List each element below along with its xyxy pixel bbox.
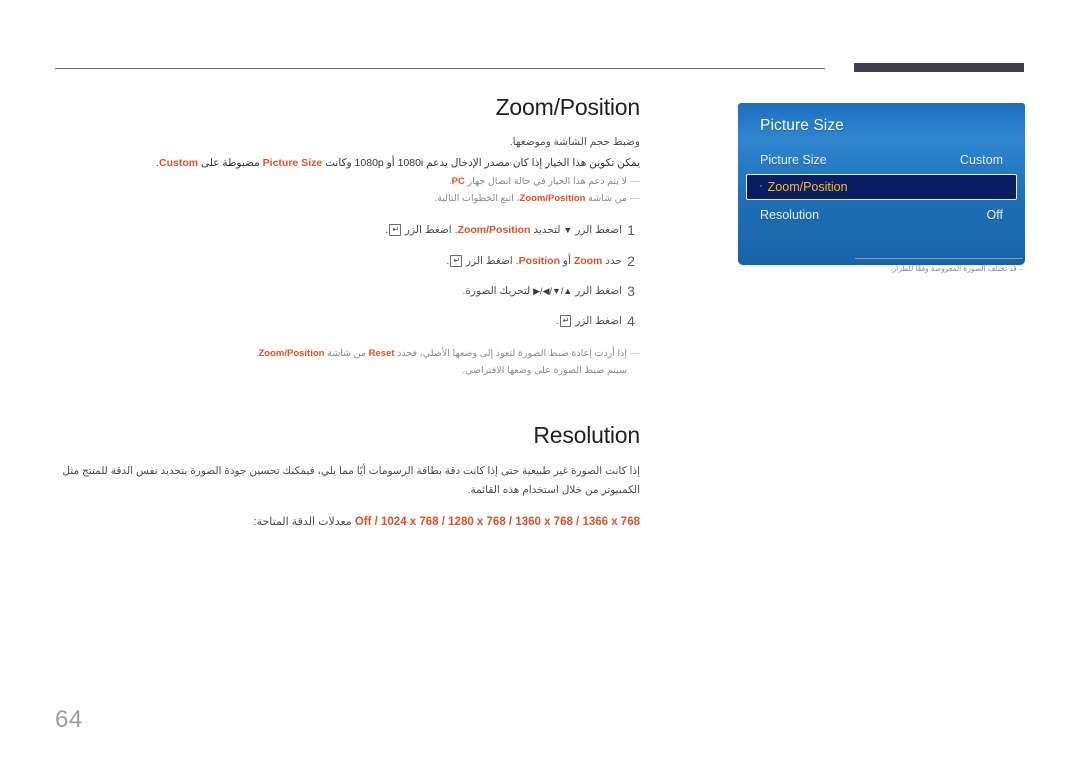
note-dash-icon: ― — [630, 193, 640, 205]
step-text-3: . اضغط الزر — [463, 254, 519, 267]
enter-key-icon: ↵ — [559, 314, 572, 327]
osd-row-label: · Zoom/Position — [759, 180, 848, 194]
step-text-2: لتحريك الصورة. — [462, 284, 534, 297]
step-text-2: لتحديد — [530, 224, 564, 237]
enter-key-icon: ↵ — [450, 254, 463, 267]
osd-row-label-text: Zoom/Position — [767, 180, 848, 194]
direction-pad-arrows-icon: ▲/▼/◀/▶ — [533, 285, 573, 296]
step-keyword-zoom-position: Zoom/Position — [457, 224, 531, 237]
osd-row-picture-size[interactable]: Picture Size Custom — [738, 146, 1025, 173]
resolution-values: Off / 1024 x 768 / 1280 x 768 / 1360 x 7… — [354, 516, 640, 529]
osd-row-value: Off — [986, 207, 1003, 222]
resolution-paragraph: إذا كانت الصورة غير طبيعية حتى إذا كانت … — [62, 464, 640, 496]
header-rule-thin — [55, 68, 825, 69]
bullet-icon: · — [759, 180, 763, 192]
note-dash-icon: ― — [630, 176, 640, 188]
osd-note-divider — [855, 258, 1023, 259]
osd-row-resolution[interactable]: Resolution Off — [738, 201, 1025, 228]
note-reset-line2: سيتم ضبط الصورة على وضعها الافتراضي. — [462, 365, 627, 377]
page-title-zoom-position: Zoom/Position — [495, 94, 641, 120]
arrow-down-icon: ▼ — [563, 225, 573, 236]
reset-note-keyword-reset: Reset — [368, 348, 395, 360]
note-text-2: ، اتبع الخطوات التالية. — [434, 193, 520, 205]
zoom-position-description: يمكن تكوين هذا الخيار إذا كان مصدر الإدخ… — [55, 154, 640, 172]
step-text-1: اضغط الزر — [572, 224, 622, 237]
osd-menu-list: Picture Size Custom · Zoom/Position Resol… — [738, 146, 1025, 229]
list-item-step-3: 3 اضغط الزر ▲/▼/◀/▶ لتحريك الصورة. — [55, 282, 640, 300]
note-follow-steps: ― من شاشة Zoom/Position، اتبع الخطوات الت… — [55, 191, 640, 207]
step-number: 1 — [627, 222, 635, 239]
osd-row-label: Picture Size — [760, 152, 827, 167]
note-text-1: لا يتم دعم هذا الخيار في حالة اتصال جهاز — [464, 176, 627, 188]
osd-picture-size-panel[interactable]: Picture Size Picture Size Custom · Zoom/P… — [738, 103, 1025, 265]
page-number: 64 — [55, 706, 83, 733]
list-item-step-1: 1 اضغط الزر ▼ لتحديد Zoom/Position. اضغط… — [55, 221, 640, 239]
note-dash-icon: ‒ — [1018, 264, 1023, 273]
osd-title: Picture Size — [760, 117, 844, 134]
osd-note: ‒ قد تختلف الصورة المعروضة وفقًا للطراز. — [738, 263, 1025, 275]
step-text: حدد Zoom أو Position. اضغط الزر ↵. — [55, 252, 622, 270]
step-text: اضغط الزر ↵. — [55, 312, 622, 330]
resolution-list-label: معدلات الدقة المتاحة: — [253, 516, 352, 529]
list-item-step-2: 2 حدد Zoom أو Position. اضغط الزر ↵. — [55, 252, 640, 270]
list-item-step-4: 4 اضغط الزر ↵. — [55, 312, 640, 330]
desc-keyword-custom: Custom — [159, 156, 199, 169]
step-text-3: . اضغط الزر — [402, 224, 458, 237]
header-rule-thick — [854, 63, 1024, 72]
note-text-1: من شاشة — [585, 193, 627, 205]
step-text-1: اضغط الزر — [572, 284, 622, 297]
osd-row-label: Resolution — [760, 207, 820, 222]
step-keyword-zoom: Zoom — [573, 254, 603, 267]
step-keyword-position: Position — [518, 254, 560, 267]
osd-note-text: قد تختلف الصورة المعروضة وفقًا للطراز. — [890, 264, 1017, 273]
reset-note-block: ― إذا أردت إعادة ضبط الصورة لتعود إلى وضع… — [55, 346, 640, 379]
document-page: Zoom/Position وضبط حجم الشاشة وموضعها. ي… — [0, 0, 1080, 763]
reset-note-text-1: إذا أردت إعادة ضبط الصورة لتعود إلى وضعه… — [394, 348, 627, 360]
main-content: Zoom/Position وضبط حجم الشاشة وموضعها. ي… — [55, 94, 641, 532]
enter-key-icon: ↵ — [389, 224, 402, 237]
desc-text-2: مضبوطة على — [198, 156, 263, 169]
note-dash-icon: ― — [630, 348, 640, 360]
zoom-position-lead: وضبط حجم الشاشة وموضعها. — [509, 136, 640, 149]
step-number: 2 — [627, 252, 635, 269]
page-title-resolution: Resolution — [533, 422, 640, 449]
reset-note-keyword-zoom-position: Zoom/Position — [258, 348, 325, 360]
step-text-2: . — [555, 314, 559, 327]
osd-row-zoom-position[interactable]: · Zoom/Position — [746, 174, 1017, 200]
step-number: 4 — [627, 312, 635, 329]
note-keyword-zoom-position: Zoom/Position — [519, 193, 586, 205]
note-keyword-pc: PC — [451, 176, 465, 188]
step-number: 3 — [627, 282, 635, 299]
osd-row-value: Custom — [959, 152, 1003, 167]
step-text: اضغط الزر ▲/▼/◀/▶ لتحريك الصورة. — [55, 282, 622, 300]
desc-text-1: يمكن تكوين هذا الخيار إذا كان مصدر الإدخ… — [322, 156, 640, 169]
step-text-4: . — [446, 254, 450, 267]
note-reset: ― إذا أردت إعادة ضبط الصورة لتعود إلى وضع… — [55, 346, 640, 362]
step-text-1: حدد — [602, 254, 622, 267]
reset-note-text-2: من شاشة — [324, 348, 369, 360]
steps-list: 1 اضغط الزر ▼ لتحديد Zoom/Position. اضغط… — [55, 221, 640, 330]
note-pc-unsupported: ― لا يتم دعم هذا الخيار في حالة اتصال جها… — [55, 174, 640, 190]
resolution-available-list: Off / 1024 x 768 / 1280 x 768 / 1360 x 7… — [55, 513, 640, 532]
desc-keyword-picture-size: Picture Size — [262, 156, 323, 169]
step-text-2: أو — [559, 254, 574, 267]
step-text: اضغط الزر ▼ لتحديد Zoom/Position. اضغط ا… — [55, 221, 622, 239]
step-text-1: اضغط الزر — [572, 314, 622, 327]
step-text-4: . — [385, 224, 389, 237]
